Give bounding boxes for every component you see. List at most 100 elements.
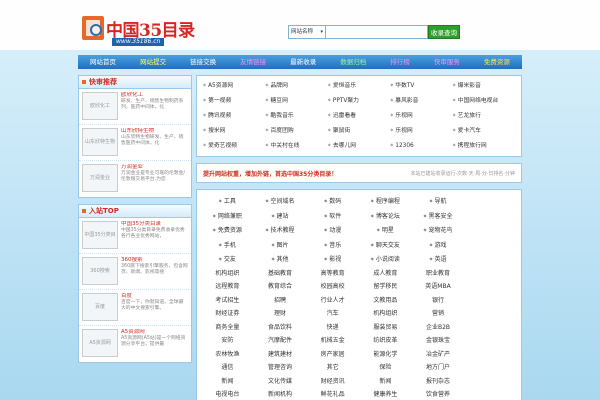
category-link[interactable]: 纺织皮革 <box>359 334 412 348</box>
category-link[interactable]: 音乐 <box>306 238 359 253</box>
featured-link[interactable]: 爱奇艺视频 <box>203 140 265 152</box>
featured-link[interactable]: 聚鼠街 <box>328 125 390 137</box>
featured-link[interactable]: 爆米影音 <box>453 80 515 92</box>
category-link[interactable]: 农林牧渔 <box>201 348 254 362</box>
category-link[interactable]: 电视电台 <box>201 388 254 400</box>
category-link[interactable]: 金银珠宝 <box>412 334 465 348</box>
category-link[interactable]: 交友 <box>201 252 254 267</box>
featured-link[interactable]: 去哪儿网 <box>328 140 390 152</box>
category-link[interactable]: 免费资源 <box>201 223 254 238</box>
featured-link[interactable]: 乐视网 <box>390 110 452 122</box>
category-link[interactable]: 机构组织 <box>359 307 412 321</box>
sidebar-site-entry[interactable]: 百度 百度 百度一下，你就知道。全球最大的中文搜索引擎。 <box>79 290 191 326</box>
category-link[interactable]: 工具 <box>201 194 254 209</box>
sidebar-site-entry[interactable]: A5资源网 A5资源网 A5资源网(A5站)是一个网络资源分享平台，提供最 <box>79 326 191 362</box>
nav-item[interactable]: 排行榜 <box>386 55 414 69</box>
category-link[interactable]: 管理咨询 <box>254 361 307 375</box>
featured-link[interactable]: 糖豆网 <box>265 95 327 107</box>
featured-link[interactable]: 搜米网 <box>203 125 265 137</box>
category-link[interactable]: 新闻 <box>359 375 412 389</box>
category-link[interactable]: 行业人才 <box>306 294 359 308</box>
site-name-link[interactable]: 万润金业 <box>121 164 188 171</box>
featured-link[interactable]: 暴风影音 <box>390 95 452 107</box>
featured-link[interactable]: 华数TV <box>390 80 452 92</box>
category-link[interactable]: 财经证券 <box>201 307 254 321</box>
category-link[interactable]: 房产家居 <box>306 348 359 362</box>
category-link[interactable]: 冶金矿产 <box>412 348 465 362</box>
category-link[interactable]: 建筑建材 <box>254 348 307 362</box>
site-name-link[interactable]: 欧欣化工 <box>121 92 188 99</box>
category-link[interactable]: 食品饮料 <box>254 321 307 335</box>
category-link[interactable]: 饮食营养 <box>412 388 465 400</box>
category-link[interactable]: 机构组织 <box>201 267 254 281</box>
featured-link[interactable]: 迅雷看看 <box>328 110 390 122</box>
category-link[interactable]: 远程教育 <box>201 280 254 294</box>
site-thumbnail[interactable]: 中国35分类目录 <box>82 221 118 249</box>
site-thumbnail[interactable]: 欧欣化工 <box>82 92 118 120</box>
nav-item[interactable]: 友情链接 <box>236 55 270 69</box>
featured-link[interactable]: PPTV聚力 <box>328 95 390 107</box>
site-logo[interactable]: 中国35目录 www.35186.cn <box>82 14 202 48</box>
category-link[interactable]: 图片 <box>254 238 307 253</box>
category-link[interactable]: 报刊杂志 <box>412 375 465 389</box>
category-link[interactable]: 影视 <box>306 252 359 267</box>
category-link[interactable]: 地方门户 <box>412 361 465 375</box>
site-name-link[interactable]: 山东欣特生物 <box>121 128 188 135</box>
category-link[interactable]: 导航 <box>412 194 465 209</box>
site-thumbnail[interactable]: 百度 <box>82 293 118 321</box>
nav-item[interactable]: 链接交换 <box>186 55 220 69</box>
category-link[interactable]: 机械五金 <box>306 334 359 348</box>
featured-link[interactable]: 艺龙旅行 <box>453 110 515 122</box>
category-link[interactable]: 汽摩配件 <box>254 334 307 348</box>
category-link[interactable]: 基础教育 <box>254 267 307 281</box>
category-link[interactable]: 动漫 <box>306 223 359 238</box>
category-link[interactable]: 成人教育 <box>359 267 412 281</box>
nav-item[interactable]: 数据归档 <box>336 55 370 69</box>
category-link[interactable]: 程序编程 <box>359 194 412 209</box>
featured-link[interactable]: 乐视网 <box>390 125 452 137</box>
category-link[interactable]: 空间域名 <box>254 194 307 209</box>
category-link[interactable]: 博客论坛 <box>359 209 412 224</box>
category-link[interactable]: 文教用品 <box>359 294 412 308</box>
nav-item[interactable]: 免费资源 <box>480 55 514 69</box>
category-link[interactable]: 英语 <box>412 252 465 267</box>
category-link[interactable]: 其它 <box>306 361 359 375</box>
category-link[interactable]: 高等教育 <box>306 267 359 281</box>
category-link[interactable]: 职业教育 <box>412 267 465 281</box>
site-thumbnail[interactable]: A5资源网 <box>82 329 118 357</box>
category-link[interactable]: 保险 <box>359 361 412 375</box>
category-link[interactable]: 校园高校 <box>306 280 359 294</box>
category-link[interactable]: 新闻 <box>201 375 254 389</box>
featured-link[interactable]: 12306 <box>390 140 452 152</box>
featured-link[interactable]: 百度团购 <box>265 125 327 137</box>
search-button[interactable]: 收录查询 <box>428 25 460 39</box>
site-thumbnail[interactable]: 山东欣特生物 <box>82 128 118 156</box>
category-link[interactable]: 健康养生 <box>359 388 412 400</box>
category-link[interactable]: 教育综合 <box>254 280 307 294</box>
featured-link[interactable]: 酷我音乐 <box>265 110 327 122</box>
category-link[interactable]: 文化传媒 <box>254 375 307 389</box>
sidebar-site-entry[interactable]: 万润金业 万润金业 万润金业是专业可靠的伦敦金/伦敦银交易平台,为您 <box>79 161 191 197</box>
category-link[interactable]: 安防 <box>201 334 254 348</box>
sidebar-site-entry[interactable]: 中国35分类目录中国35分类目录中国35分类目录免费收录优秀各行各业优秀网站， <box>79 218 191 254</box>
sidebar-site-entry[interactable]: 360搜索 360搜索 360旗下搜索引擎服务，包含网页、新闻、影视等搜 <box>79 254 191 290</box>
category-link[interactable]: 鲜花礼品 <box>306 388 359 400</box>
category-link[interactable]: 聊天交友 <box>359 238 412 253</box>
nav-item[interactable]: 最新收录 <box>286 55 320 69</box>
category-link[interactable]: 留学移民 <box>359 280 412 294</box>
featured-link[interactable]: 第一视频 <box>203 95 265 107</box>
featured-link[interactable]: 中国网络电视台 <box>453 95 515 107</box>
search-type-select[interactable]: 网站名称 ▾ <box>288 25 326 39</box>
category-link[interactable]: 手机 <box>201 238 254 253</box>
featured-link[interactable]: 爱恒音乐 <box>328 80 390 92</box>
site-name-link[interactable]: 百度 <box>121 293 188 300</box>
category-link[interactable]: 新闻机构 <box>254 388 307 400</box>
site-thumbnail[interactable]: 360搜索 <box>82 257 118 285</box>
category-link[interactable]: 商务全量 <box>201 321 254 335</box>
featured-link[interactable]: 品牌网 <box>265 80 327 92</box>
category-link[interactable]: 服装贸易 <box>359 321 412 335</box>
featured-link[interactable]: 携程旅行网 <box>453 140 515 152</box>
site-name-link[interactable]: 中国35分类目录 <box>121 221 188 228</box>
category-link[interactable]: 理财 <box>254 307 307 321</box>
category-link[interactable]: 软件 <box>306 209 359 224</box>
